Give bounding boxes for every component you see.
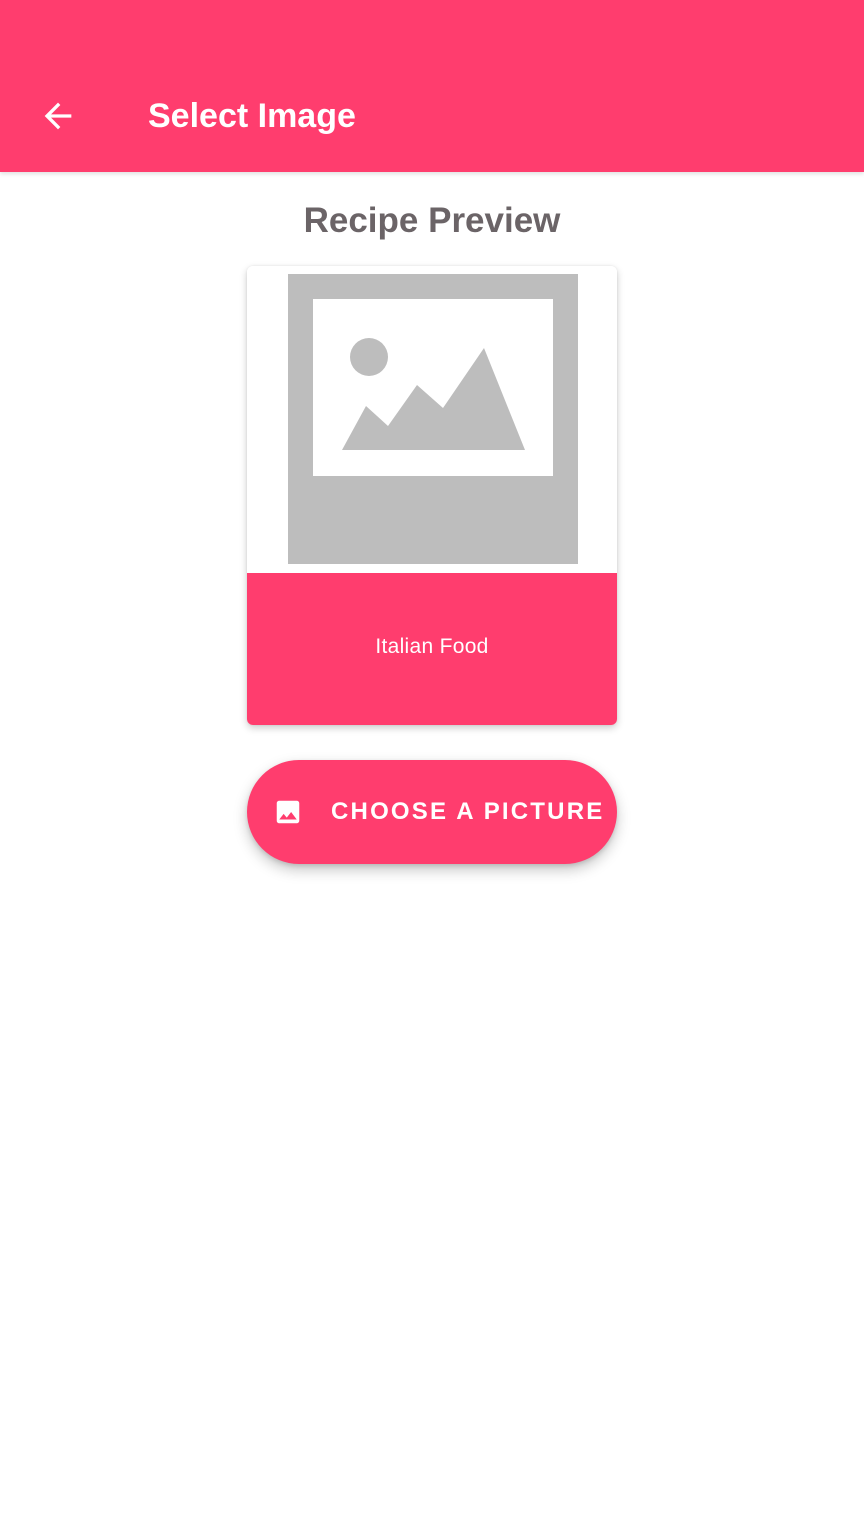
card-caption-text: Italian Food bbox=[375, 635, 489, 658]
app-bar: Select Image bbox=[0, 0, 864, 172]
recipe-image[interactable] bbox=[247, 266, 617, 573]
choose-picture-button[interactable]: CHOOSE A PICTURE bbox=[247, 760, 617, 864]
image-icon bbox=[276, 800, 300, 824]
back-button[interactable] bbox=[18, 76, 98, 156]
app-bar-title: Select Image bbox=[148, 97, 356, 135]
card-caption: Italian Food bbox=[247, 573, 617, 725]
image-placeholder-icon bbox=[288, 274, 578, 564]
recipe-preview-heading: Recipe Preview bbox=[303, 201, 561, 240]
arrow-back-icon bbox=[44, 102, 72, 130]
recipe-preview-card: Italian Food bbox=[247, 266, 617, 725]
choose-picture-label: CHOOSE A PICTURE bbox=[331, 798, 605, 825]
